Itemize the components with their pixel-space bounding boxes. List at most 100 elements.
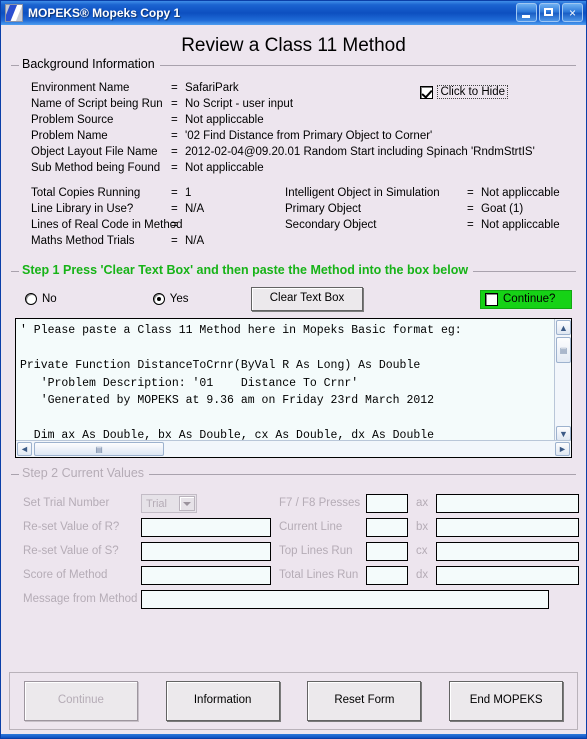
current-line-input[interactable] (366, 518, 408, 537)
continue-button[interactable]: Continue (23, 681, 138, 721)
information-button[interactable]: Information (165, 681, 280, 721)
label-ax: ax (416, 497, 429, 509)
title-bar: MOPEKS® Mopeks Copy 1 × (1, 1, 586, 25)
info-key: Problem Source (31, 114, 114, 126)
window-title: MOPEKS® Mopeks Copy 1 (28, 6, 181, 20)
label-dx: dx (416, 569, 429, 581)
info-row: Line Library in Use? = N/A Primary Objec… (11, 201, 576, 217)
continue-checkbox-badge[interactable]: Continue? (480, 289, 572, 309)
scroll-up-icon[interactable]: ▲ (556, 320, 571, 335)
info-eq: = (171, 146, 178, 158)
window-controls: × (516, 3, 583, 22)
scroll-down-icon[interactable]: ▼ (556, 426, 571, 441)
info-value: N/A (185, 203, 205, 215)
minimize-button[interactable] (516, 3, 537, 22)
info-key: Total Copies Running (31, 187, 141, 199)
step1-controls-row: No Yes Clear Text Box Continue? (11, 280, 576, 318)
end-mopeks-button[interactable]: End MOPEKS (449, 681, 564, 721)
mopeks-logo-icon (5, 4, 23, 22)
radio-icon (152, 293, 165, 305)
footer-button-bar: Continue Information Reset Form End MOPE… (9, 672, 578, 730)
label-set-trial-number: Set Trial Number (23, 497, 110, 509)
step1-group: Step 1 Press 'Clear Text Box' and then p… (11, 263, 576, 458)
trial-number-select[interactable]: Trial (141, 494, 197, 513)
message-from-method-input[interactable] (141, 590, 549, 609)
label-reset-value-s: Re-set Value of S? (23, 545, 119, 557)
radio-no[interactable]: No (25, 293, 57, 305)
reset-form-button[interactable]: Reset Form (307, 681, 422, 721)
info-key: Name of Script being Run (31, 98, 163, 110)
click-to-hide-checkbox[interactable]: Click to Hide (420, 85, 508, 99)
label-score-of-method: Score of Method (23, 569, 108, 581)
radio-yes[interactable]: Yes (152, 293, 189, 305)
close-button[interactable]: × (562, 3, 583, 22)
info-eq: = (171, 82, 178, 94)
checkbox-icon (485, 292, 498, 306)
label-top-lines-run: Top Lines Run (279, 545, 353, 557)
click-to-hide-label: Click to Hide (437, 85, 508, 99)
info-value: '02 Find Distance from Primary Object to… (185, 130, 433, 142)
page-body: Review a Class 11 Method Background Info… (1, 25, 586, 609)
step2-group: Step 2 Current Values Set Trial Number R… (11, 466, 579, 609)
method-code-text: ' Please paste a Class 11 Method here in… (20, 324, 462, 442)
info-row: Problem Name = '02 Find Distance from Pr… (11, 128, 576, 144)
info-row: Total Copies Running = 1 Intelligent Obj… (11, 185, 576, 201)
step2-legend: Step 2 Current Values (19, 466, 150, 480)
maximize-button[interactable] (539, 3, 560, 22)
info-eq: = (171, 187, 178, 199)
info-row: Lines of Real Code in Method = Secondary… (11, 217, 576, 233)
f7-f8-presses-input[interactable] (366, 494, 408, 513)
horizontal-scroll-thumb[interactable]: ▤ (34, 442, 164, 456)
info-eq: = (171, 98, 178, 110)
info-key: Line Library in Use? (31, 203, 134, 215)
cx-input[interactable] (436, 542, 579, 561)
top-lines-run-input[interactable] (366, 542, 408, 561)
info-eq-2: = (467, 219, 474, 231)
chevron-down-icon[interactable] (179, 496, 195, 511)
ax-input[interactable] (436, 494, 579, 513)
info-key-2: Intelligent Object in Simulation (285, 187, 440, 199)
radio-yes-label: Yes (169, 293, 189, 305)
background-information-body: Click to Hide Environment Name = SafariP… (11, 74, 576, 253)
info-eq: = (171, 130, 178, 142)
info-row: Problem Source = Not appliccable (11, 112, 576, 128)
info-eq: = (171, 114, 178, 126)
info-eq: = (171, 235, 178, 247)
method-code-textarea[interactable]: ' Please paste a Class 11 Method here in… (15, 318, 572, 458)
info-value: N/A (185, 235, 205, 247)
dx-input[interactable] (436, 566, 579, 585)
info-value: SafariPark (185, 82, 239, 94)
info-row: Sub Method being Found = Not appliccable (11, 160, 576, 176)
vertical-scrollbar[interactable]: ▲ ▤ ▼ (554, 319, 571, 442)
reset-value-r-input[interactable] (141, 518, 271, 537)
scroll-right-icon[interactable]: ► (555, 442, 570, 456)
info-row: Object Layout File Name = 2012-02-04@09.… (11, 144, 576, 160)
application-window: MOPEKS® Mopeks Copy 1 × Review a Class 1… (0, 0, 587, 739)
info-key: Environment Name (31, 82, 130, 94)
bx-input[interactable] (436, 518, 579, 537)
info-value: No Script - user input (185, 98, 294, 110)
radio-no-label: No (42, 293, 57, 305)
info-key-2: Primary Object (285, 203, 362, 215)
info-key: Problem Name (31, 130, 108, 142)
checkbox-icon (420, 85, 434, 99)
info-value: Not appliccable (185, 114, 264, 126)
info-value: 1 (185, 187, 192, 199)
background-information-stats: Total Copies Running = 1 Intelligent Obj… (11, 185, 576, 249)
info-key: Maths Method Trials (31, 235, 135, 247)
vertical-scroll-thumb[interactable]: ▤ (556, 337, 571, 363)
horizontal-scrollbar[interactable]: ◄ ▤ ► (16, 440, 571, 457)
continue-badge-label: Continue? (503, 293, 556, 305)
info-eq: = (171, 203, 178, 215)
total-lines-run-input[interactable] (366, 566, 408, 585)
clear-text-box-button[interactable]: Clear Text Box (251, 287, 363, 311)
info-value-2: Goat (1) (481, 203, 524, 215)
score-of-method-input[interactable] (141, 566, 271, 585)
info-eq-2: = (467, 203, 474, 215)
scroll-left-icon[interactable]: ◄ (17, 442, 32, 456)
step1-legend: Step 1 Press 'Clear Text Box' and then p… (19, 263, 474, 277)
label-message-from-method: Message from Method (23, 593, 138, 605)
info-eq: = (171, 219, 178, 231)
label-cx: cx (416, 545, 428, 557)
reset-value-s-input[interactable] (141, 542, 271, 561)
